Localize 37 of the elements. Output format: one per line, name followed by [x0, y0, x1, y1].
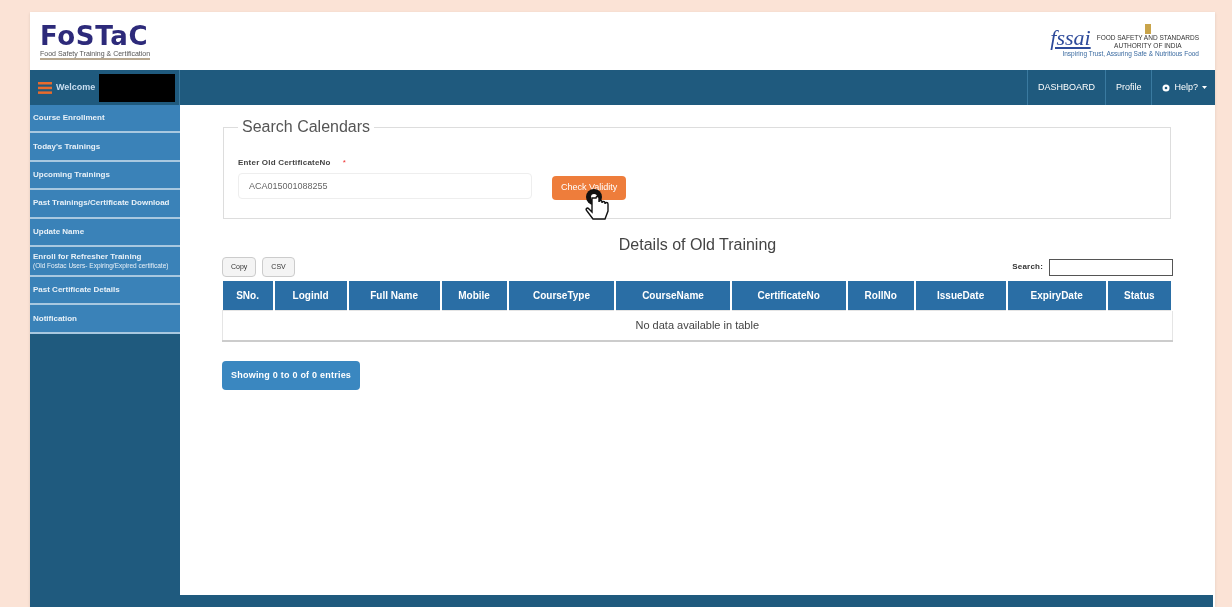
column-header[interactable]: CourseType	[507, 280, 616, 311]
section-title: Details of Old Training	[617, 234, 778, 255]
search-field[interactable]	[1049, 258, 1173, 276]
required-mark: *	[342, 157, 346, 169]
column-header[interactable]: Full Name	[347, 280, 441, 311]
panel-legend: Search Calendars	[238, 115, 375, 139]
partner-logo: fssai	[1050, 26, 1091, 50]
gear-icon	[1162, 83, 1171, 92]
column-header[interactable]: Mobile	[440, 280, 508, 311]
logo-title: FoSTaC	[40, 22, 149, 49]
field-label: Enter Old CertificateNo	[238, 157, 331, 169]
nav-link[interactable]: DASHBOARD	[1026, 70, 1105, 105]
table-info: Showing 0 to 0 of 0 entries	[222, 360, 361, 391]
certificate-input[interactable]: ACA015001088255	[238, 173, 532, 199]
nav-link[interactable]: Profile	[1104, 70, 1152, 105]
welcome-text: Welcome	[56, 80, 96, 94]
sidebar-item[interactable]: Past Trainings/Certificate Download	[30, 190, 180, 219]
column-header[interactable]: SNo.	[222, 280, 274, 311]
column-header[interactable]: RollNo	[846, 280, 915, 311]
sidebar-item[interactable]: Past Certificate Details	[30, 276, 180, 306]
emblem-icon	[1143, 24, 1152, 34]
sidebar-item[interactable]: Course Enrollment	[30, 105, 180, 134]
sidebar-item[interactable]: Today's Trainings	[30, 133, 180, 162]
sidebar-item[interactable]: Update Name	[30, 218, 180, 247]
check-validity-button[interactable]: Check Validity	[552, 175, 627, 200]
caret-icon	[1202, 86, 1207, 89]
column-header[interactable]: CourseName	[615, 280, 731, 311]
empty-table-message: No data available in table	[222, 310, 1172, 341]
column-header[interactable]: Status	[1106, 280, 1172, 311]
help-dropdown[interactable]: Help?	[1151, 70, 1215, 105]
search-label: Search:	[1012, 261, 1043, 274]
column-header[interactable]: LoginId	[273, 280, 348, 311]
column-header[interactable]: IssueDate	[914, 280, 1007, 311]
column-header[interactable]: CertificateNo	[730, 280, 847, 311]
sidebar-item[interactable]: Upcoming Trainings	[30, 161, 180, 191]
column-header[interactable]: ExpiryDate	[1006, 280, 1107, 311]
sidebar-item[interactable]: Notification	[30, 305, 180, 334]
